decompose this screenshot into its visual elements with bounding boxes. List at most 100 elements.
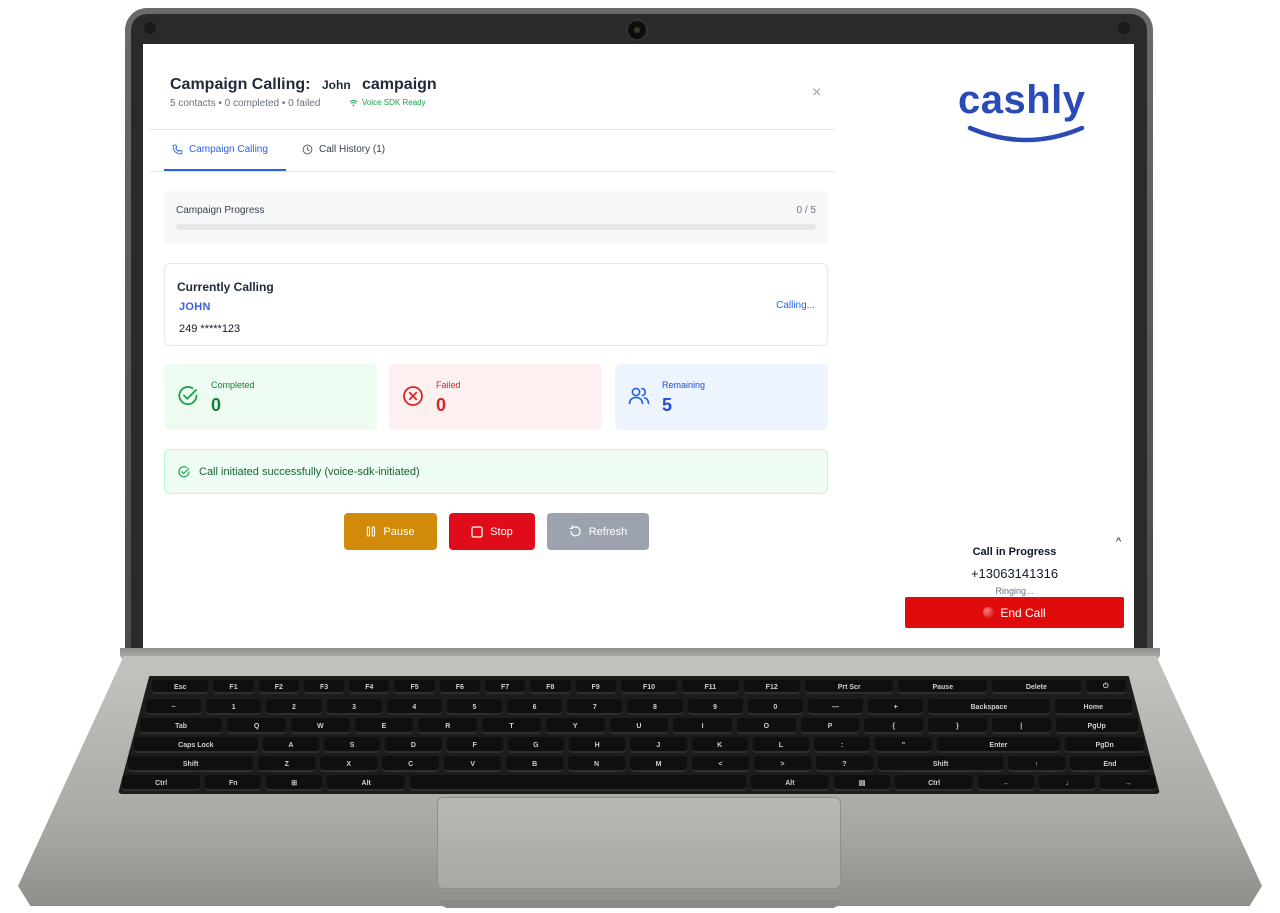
keyboard-key: F7 [484,680,526,694]
keyboard-key: ▤ [834,775,890,791]
stop-button-label: Stop [490,525,513,538]
progress-bar [176,224,816,230]
keyboard-key: F5 [394,680,435,694]
keyboard-key: F3 [303,680,345,694]
keyboard-key: Pause [898,680,988,694]
keyboard-key: PgDn [1065,737,1144,753]
keyboard-key: F12 [743,680,800,694]
tabs-divider [150,171,836,172]
keyboard-key: ~ [146,699,202,715]
keyboard-key: Shift [128,756,254,772]
stop-icon [471,525,483,538]
keyboard-key: { [864,718,924,734]
keyboard-key: F11 [682,680,739,694]
keyboard-key: 0 [747,699,803,715]
end-call-button[interactable]: End Call [905,597,1124,628]
keyboard-key: End [1070,756,1150,772]
remaining-value: 5 [662,395,673,415]
keyboard-key: 4 [386,699,442,715]
keyboard-key: Alt [327,775,406,791]
keyboard-key: ? [815,756,873,772]
keyboard-key: A [262,737,319,753]
keyboard-key: O [736,718,796,734]
keyboard-key: Q [227,718,286,734]
completed-value: 0 [211,395,222,415]
keyboard-key: U [609,718,669,734]
tab-campaign-calling-label: Campaign Calling [189,144,268,155]
keyboard-key: Backspace [928,699,1050,715]
keyboard-row: Caps Lock A S D F G H J K L: " Enter PgDn [134,737,1144,753]
call-widget-number: +13063141316 [970,566,1059,581]
keyboard-key: Esc [152,680,209,694]
progress-label: Campaign Progress [176,205,265,216]
keyboard: Esc F1 F2 F3 F4 F5 F6 F7 F8 F9 F10 F11 F12 Prt Scr Pau… [118,676,1160,794]
keyboard-key: F2 [258,680,299,694]
keyboard-key: E [354,718,414,734]
keyboard-key: N [568,756,626,772]
cashly-logo: cashly [958,78,1108,148]
keyboard-key: ↓ [1039,775,1096,791]
keyboard-key: V [444,756,502,772]
success-banner: Call initiated successfully (voice-sdk-i… [164,449,828,494]
bezel-dot-right [1118,22,1130,34]
keyboard-key: → [1100,775,1156,791]
stop-button[interactable]: Stop [449,513,535,550]
header-divider [150,129,836,130]
keyboard-key: Delete [992,680,1081,694]
pause-icon [367,526,376,537]
red-circle-icon [983,607,995,618]
modal-title: Campaign Calling: [170,76,311,93]
keyboard-key: 3 [326,699,382,715]
keyboard-key: H [569,737,626,753]
keyboard-key: J [630,737,687,753]
keyboard-key: S [324,737,381,753]
keyboard-key: 1 [206,699,262,715]
completed-label: Completed [211,380,255,390]
keyboard-key: ↑ [1008,756,1066,772]
keyboard-key: 9 [687,699,743,715]
keyboard-key: D [385,737,442,753]
keyboard-key: M [630,756,687,772]
keyboard-key: Fn [205,775,262,791]
remaining-label: Remaining [662,380,706,390]
modal-subtitle: 5 contacts • 0 completed • 0 failed [170,98,321,109]
keyboard-key: G [507,737,564,753]
refresh-button[interactable]: Refresh [547,513,649,550]
pause-button-label: Pause [383,525,415,538]
close-button[interactable]: × [812,84,821,102]
keyboard-key: F [446,737,503,753]
pause-button[interactable]: Pause [344,513,437,550]
end-call-label: End Call [1000,605,1046,620]
current-contact-name: JOHN [179,301,211,313]
keyboard-key: 2 [266,699,322,715]
tab-call-history-label: Call History (1) [319,144,386,155]
keyboard-key: X [320,756,378,772]
keyboard-key: 8 [627,699,683,715]
keyboard-key: > [753,756,811,772]
keyboard-key: F9 [575,680,616,694]
keyboard-row: Esc F1 F2 F3 F4 F5 F6 F7 F8 F9 F10 F11 F12 Prt Scr Pau… [152,680,1126,694]
keyboard-key: Enter [936,737,1061,753]
currently-calling-title: Currently Calling [177,280,274,294]
phone-icon [172,144,183,155]
keyboard-key: C [382,756,440,772]
logo-smile-icon [967,125,1085,143]
keyboard-key: L [752,737,809,753]
failed-label: Failed [436,380,461,390]
users-icon [628,387,650,405]
keyboard-key: 6 [507,699,563,715]
tab-campaign-calling[interactable]: Campaign Calling [172,144,268,155]
call-widget-title: Call in Progress [972,546,1057,558]
check-circle-icon [178,386,198,406]
sdk-status-text: Voice SDK Ready [362,98,426,107]
webcam [626,19,648,41]
keyboard-key: B [506,756,564,772]
modal-contact-name: John [322,78,351,92]
remaining-stat-card: Remaining 5 [615,364,828,430]
keyboard-key: ⏻ [1085,680,1126,694]
keyboard-row: Ctrl Fn ⊞ Alt Alt ▤ Ctrl ← ↓ → [122,775,1156,791]
keyboard-key: W [290,718,350,734]
touchpad [437,797,841,889]
tab-call-history[interactable]: Call History (1) [302,144,385,155]
keyboard-key: Home [1054,699,1132,715]
